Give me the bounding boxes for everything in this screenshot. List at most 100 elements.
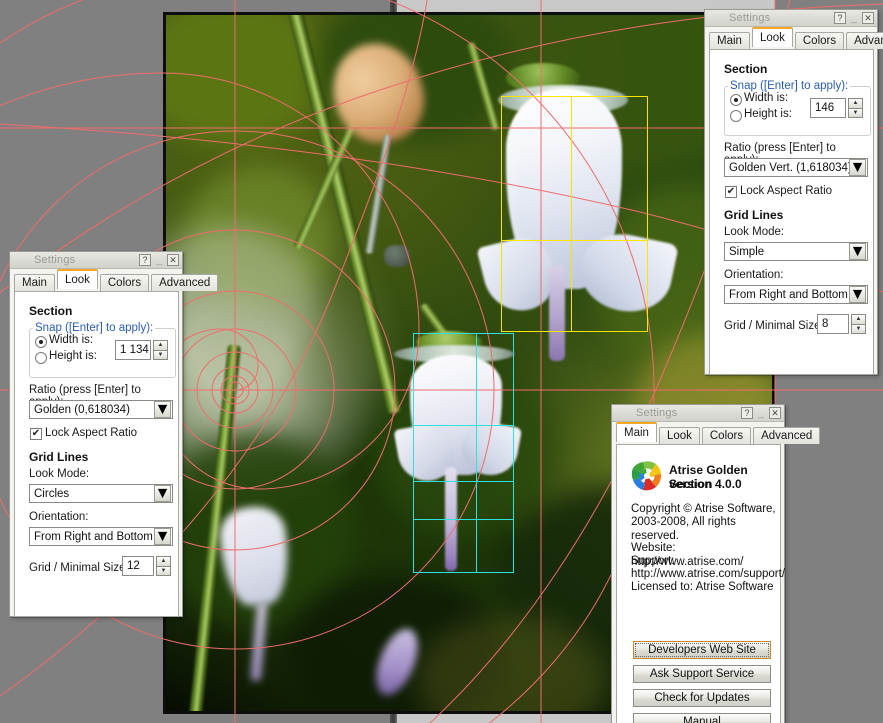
ratio-combo-value: Golden (0,618034) [30, 404, 154, 416]
grid-heading: Grid Lines [29, 450, 88, 464]
settings-window-look-right[interactable]: Settings ? _ ✕ Main Look Colors Advanced… [704, 9, 878, 375]
orientation-label: Orientation: [724, 269, 783, 281]
tab-advanced[interactable]: Advanced [846, 32, 883, 49]
minimize-button[interactable]: _ [848, 12, 860, 24]
minimize-button[interactable]: _ [755, 407, 767, 419]
radio-width[interactable] [35, 336, 47, 348]
look-mode-combo[interactable]: Circles ▼ [29, 484, 173, 503]
check-for-updates-button[interactable]: Check for Updates [633, 689, 771, 707]
spinner-down-icon[interactable]: ▼ [851, 324, 866, 335]
close-button[interactable]: ✕ [862, 12, 874, 24]
size-spinner[interactable]: ▲ ▼ [848, 98, 863, 118]
tab-look[interactable]: Look [752, 27, 793, 47]
tab-look[interactable]: Look [57, 269, 98, 289]
window-title: Settings [614, 407, 741, 419]
grid-min-size-input[interactable]: 12 [122, 556, 154, 576]
selection-cyan-divider-3 [414, 519, 513, 520]
screen: Settings ? _ ✕ Main Look Colors Advanced… [0, 0, 883, 723]
lock-aspect-label: Lock Aspect Ratio [45, 427, 137, 439]
look-mode-value: Circles [30, 488, 154, 500]
spinner-up-icon[interactable]: ▲ [848, 98, 863, 108]
radio-height[interactable] [730, 110, 742, 122]
grid-min-size-label: Grid / Minimal Size: [724, 320, 824, 332]
size-input[interactable]: 146 [810, 98, 846, 118]
tab-colors[interactable]: Colors [100, 274, 149, 291]
radio-width[interactable] [730, 94, 742, 106]
radio-width-label: Width is: [744, 92, 788, 104]
spinner-up-icon[interactable]: ▲ [851, 314, 866, 324]
tab-colors[interactable]: Colors [795, 32, 844, 49]
snap-group-label: Snap ([Enter] to apply): [33, 322, 155, 334]
spinner-up-icon[interactable]: ▲ [156, 556, 171, 566]
ask-support-service-button[interactable]: Ask Support Service [633, 665, 771, 683]
tab-advanced[interactable]: Advanced [151, 274, 218, 291]
orientation-combo[interactable]: From Right and Bottom ▼ [724, 285, 868, 304]
support-label: Support: [631, 555, 674, 569]
snap-group-label: Snap ([Enter] to apply): [728, 80, 850, 92]
grid-min-size-input[interactable]: 8 [817, 314, 849, 334]
lock-aspect-label: Lock Aspect Ratio [740, 185, 832, 197]
orientation-label: Orientation: [29, 511, 88, 523]
selection-yellow-vertical-divider [571, 97, 572, 331]
titlebar-look-right[interactable]: Settings ? _ ✕ [705, 10, 877, 27]
close-button[interactable]: ✕ [769, 407, 781, 419]
titlebar-look-left[interactable]: Settings ? _ ✕ [10, 252, 182, 269]
spinner-up-icon[interactable]: ▲ [153, 340, 168, 350]
help-button[interactable]: ? [741, 407, 753, 419]
settings-window-about[interactable]: Settings ? _ ✕ Main Look Colors Advanced [611, 404, 785, 723]
chevron-down-icon[interactable]: ▼ [849, 286, 866, 303]
close-button[interactable]: ✕ [167, 254, 179, 266]
tab-main[interactable]: Main [14, 274, 55, 291]
ratio-combo[interactable]: Golden Vert. (1,618034) ▼ [724, 158, 868, 177]
grid-min-size-label: Grid / Minimal Size: [29, 562, 129, 574]
tabstrip-look-left: Main Look Colors Advanced [10, 269, 182, 291]
grid-min-size-spinner[interactable]: ▲ ▼ [156, 556, 171, 576]
radio-width-label: Width is: [49, 334, 93, 346]
chevron-down-icon[interactable]: ▼ [154, 401, 171, 418]
support-url[interactable]: http://www.atrise.com/support/ [631, 568, 785, 582]
chevron-down-icon[interactable]: ▼ [849, 243, 866, 260]
lock-aspect-checkbox[interactable]: ✔ [30, 428, 42, 440]
tab-look[interactable]: Look [659, 427, 700, 444]
size-input[interactable]: 1 134 [115, 340, 151, 360]
developers-web-site-button[interactable]: Developers Web Site [633, 641, 771, 659]
orientation-combo[interactable]: From Right and Bottom ▼ [29, 527, 173, 546]
settings-window-look-left[interactable]: Settings ? _ ✕ Main Look Colors Advanced… [9, 251, 183, 617]
look-mode-label: Look Mode: [29, 468, 89, 480]
product-version: version 4.0.0 [669, 477, 742, 491]
look-mode-label: Look Mode: [724, 226, 784, 238]
radio-height[interactable] [35, 352, 47, 364]
orientation-value: From Right and Bottom [725, 289, 849, 301]
ratio-combo-value: Golden Vert. (1,618034) [725, 162, 849, 174]
chevron-down-icon[interactable]: ▼ [154, 528, 171, 545]
app-logo-icon [631, 461, 663, 491]
minimize-button[interactable]: _ [153, 254, 165, 266]
spinner-down-icon[interactable]: ▼ [156, 566, 171, 577]
look-mode-combo[interactable]: Simple ▼ [724, 242, 868, 261]
lock-aspect-checkbox[interactable]: ✔ [725, 186, 737, 198]
titlebar-about[interactable]: Settings ? _ ✕ [612, 405, 784, 422]
help-button[interactable]: ? [834, 12, 846, 24]
tab-advanced[interactable]: Advanced [753, 427, 820, 444]
tab-main[interactable]: Main [616, 422, 657, 442]
radio-height-label: Height is: [744, 108, 792, 120]
selection-yellow-horizontal-divider [502, 240, 647, 241]
tab-main[interactable]: Main [709, 32, 750, 49]
help-button[interactable]: ? [139, 254, 151, 266]
manual-button[interactable]: Manual [633, 713, 771, 723]
selection-rect-yellow[interactable] [501, 96, 648, 332]
window-title: Settings [12, 254, 139, 266]
chevron-down-icon[interactable]: ▼ [154, 485, 171, 502]
selection-rect-cyan[interactable] [413, 333, 514, 573]
grid-min-size-spinner[interactable]: ▲ ▼ [851, 314, 866, 334]
tabstrip-look-right: Main Look Colors Advanced [705, 27, 877, 49]
tabstrip-about: Main Look Colors Advanced [612, 422, 784, 444]
tab-colors[interactable]: Colors [702, 427, 751, 444]
ratio-combo[interactable]: Golden (0,618034) ▼ [29, 400, 173, 419]
chevron-down-icon[interactable]: ▼ [849, 159, 866, 176]
spinner-down-icon[interactable]: ▼ [848, 108, 863, 119]
spinner-down-icon[interactable]: ▼ [153, 350, 168, 361]
radio-height-label: Height is: [49, 350, 97, 362]
look-mode-value: Simple [725, 246, 849, 258]
size-spinner[interactable]: ▲ ▼ [153, 340, 168, 360]
